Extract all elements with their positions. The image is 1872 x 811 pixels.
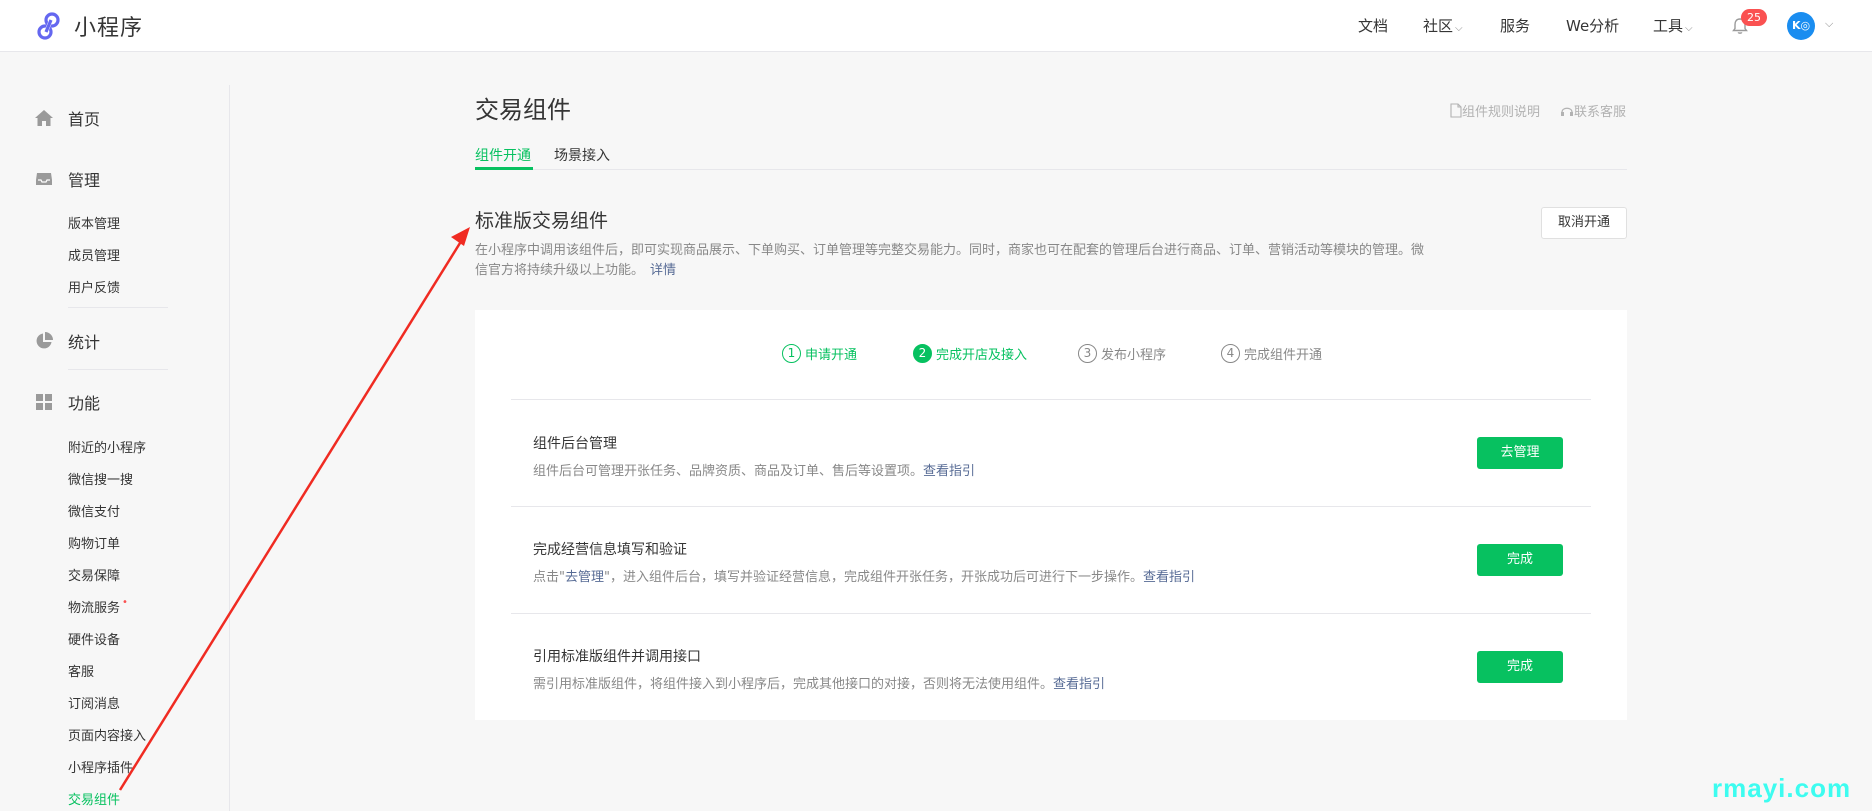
nav-services-label: 服务: [1500, 17, 1531, 35]
go-manage-inline-link[interactable]: 去管理: [565, 570, 604, 585]
sidebar-section-features[interactable]: 功能: [34, 390, 100, 414]
nav-analytics[interactable]: We分析: [1566, 15, 1619, 36]
tabs-divider: [475, 169, 1627, 170]
go-manage-button[interactable]: 去管理: [1477, 437, 1563, 469]
done-button[interactable]: 完成: [1477, 544, 1563, 576]
sidebar-section-label: 功能: [68, 394, 101, 413]
sidebar-item-members[interactable]: 成员管理: [68, 245, 120, 264]
step-number: 1: [782, 344, 801, 363]
sidebar-section-manage[interactable]: 管理: [34, 167, 100, 191]
sidebar-item-hardware[interactable]: 硬件设备: [68, 629, 120, 648]
nav-tools[interactable]: 工具 ⌵: [1653, 15, 1693, 36]
rules-link[interactable]: 组件规则说明: [1450, 101, 1540, 120]
task-title: 完成经营信息填写和验证: [533, 542, 687, 558]
sidebar-item-nearby[interactable]: 附近的小程序: [68, 437, 146, 456]
sidebar-item-version[interactable]: 版本管理: [68, 213, 120, 232]
view-guide-link[interactable]: 查看指引: [1143, 570, 1195, 585]
nav-tools-label: 工具: [1653, 17, 1684, 35]
sidebar-section-stats[interactable]: 统计: [34, 329, 100, 353]
step-label: 完成组件开通: [1244, 348, 1323, 363]
section-description: 在小程序中调用该组件后，即可实现商品展示、下单购买、订单管理等完整交易能力。同时…: [475, 241, 1435, 281]
step-4: 4 完成组件开通: [1221, 344, 1322, 363]
sidebar-item-label: 物流服务: [68, 601, 121, 616]
step-number: 3: [1078, 344, 1097, 363]
step-2: 2 完成开店及接入: [913, 344, 1027, 363]
step-number: 2: [913, 344, 932, 363]
chevron-down-icon: ⌵: [1685, 23, 1693, 34]
step-number: 4: [1221, 344, 1240, 363]
step-3: 3 发布小程序: [1078, 344, 1166, 363]
section-title: 标准版交易组件: [475, 210, 609, 232]
grid-icon: [36, 394, 52, 410]
sidebar-section-home[interactable]: 首页: [34, 106, 100, 130]
sidebar-section-label: 管理: [68, 171, 101, 190]
home-icon: [35, 110, 53, 126]
task-title: 引用标准版组件并调用接口: [533, 649, 701, 665]
task-description-text: 组件后台可管理开张任务、品牌资质、商品及订单、售后等设置项。: [533, 464, 924, 479]
done-button[interactable]: 完成: [1477, 651, 1563, 683]
sidebar-item-search[interactable]: 微信搜一搜: [68, 469, 133, 488]
sidebar-section-label: 统计: [68, 333, 101, 352]
sidebar-item-trade-component[interactable]: 交易组件: [68, 789, 120, 808]
step-label: 申请开通: [805, 348, 858, 363]
sidebar-item-pay[interactable]: 微信支付: [68, 501, 120, 520]
logo-text: 小程序: [74, 16, 144, 41]
step-label: 发布小程序: [1101, 348, 1167, 363]
sidebar-item-content[interactable]: 页面内容接入: [68, 725, 146, 744]
chevron-down-icon: ⌵: [1455, 23, 1463, 34]
nav-services[interactable]: 服务: [1500, 15, 1530, 36]
new-dot-icon: •: [122, 597, 128, 608]
mini-program-logo-icon: [37, 12, 60, 40]
sidebar-item-guarantee[interactable]: 交易保障: [68, 565, 120, 584]
row-divider: [511, 506, 1591, 507]
task-description: 点击"去管理"，进入组件后台，填写并验证经营信息，完成组件开张任务，开张成功后可…: [533, 566, 1195, 585]
pie-chart-icon: [36, 332, 53, 349]
sidebar-item-plugin[interactable]: 小程序插件: [68, 757, 133, 776]
avatar[interactable]: K◎: [1787, 12, 1815, 40]
chevron-down-icon[interactable]: ⌵: [1825, 17, 1833, 31]
support-link[interactable]: 联系客服: [1560, 101, 1626, 120]
nav-analytics-label: We分析: [1566, 17, 1620, 35]
rules-link-label: 组件规则说明: [1462, 105, 1541, 120]
document-icon: [1450, 103, 1462, 118]
nav-docs[interactable]: 文档: [1358, 15, 1388, 36]
tab-activate[interactable]: 组件开通: [475, 145, 531, 165]
step-label: 完成开店及接入: [936, 348, 1028, 363]
sidebar-item-logistics[interactable]: 物流服务 •: [68, 597, 128, 616]
task-description-prefix: 点击": [533, 570, 565, 585]
sidebar-divider: [68, 307, 168, 308]
nav-community-label: 社区: [1423, 17, 1454, 35]
task-description: 组件后台可管理开张任务、品牌资质、商品及订单、售后等设置项。查看指引: [533, 460, 975, 479]
page-title: 交易组件: [475, 96, 571, 124]
task-description-text: 需引用标准版组件，将组件接入到小程序后，完成其他接口的对接，否则将无法使用组件。: [533, 677, 1054, 692]
sidebar-item-support[interactable]: 客服: [68, 661, 94, 680]
active-tab-indicator: [475, 167, 533, 170]
sidebar-divider: [68, 369, 168, 370]
nav-docs-label: 文档: [1358, 17, 1389, 35]
headset-icon: [1561, 107, 1573, 116]
inbox-icon: [36, 173, 52, 185]
sidebar-item-feedback[interactable]: 用户反馈: [68, 277, 120, 296]
sidebar-item-orders[interactable]: 购物订单: [68, 533, 120, 552]
details-link[interactable]: 详情: [650, 263, 676, 278]
task-title: 组件后台管理: [533, 436, 617, 452]
sidebar-section-label: 首页: [68, 110, 101, 129]
notification-badge: 25: [1741, 9, 1767, 26]
nav-community[interactable]: 社区 ⌵: [1423, 15, 1463, 36]
support-link-label: 联系客服: [1574, 105, 1627, 120]
task-description: 需引用标准版组件，将组件接入到小程序后，完成其他接口的对接，否则将无法使用组件。…: [533, 673, 1105, 692]
step-1: 1 申请开通: [782, 344, 857, 363]
task-description-text: "，进入组件后台，填写并验证经营信息，完成组件开张任务，开张成功后可进行下一步操…: [604, 570, 1143, 585]
top-bar: 小程序 文档 社区 ⌵ 服务 We分析 工具 ⌵ 25 K◎ ⌵: [0, 0, 1872, 52]
row-divider: [511, 399, 1591, 400]
logo[interactable]: 小程序: [34, 10, 143, 42]
watermark: rmayi.com: [1712, 773, 1852, 803]
view-guide-link[interactable]: 查看指引: [923, 464, 975, 479]
section-description-text: 在小程序中调用该组件后，即可实现商品展示、下单购买、订单管理等完整交易能力。同时…: [475, 243, 1425, 278]
cancel-activation-button[interactable]: 取消开通: [1541, 207, 1627, 239]
sidebar-item-subscribe[interactable]: 订阅消息: [68, 693, 120, 712]
tab-scenario[interactable]: 场景接入: [554, 145, 610, 165]
row-divider: [511, 613, 1591, 614]
view-guide-link[interactable]: 查看指引: [1053, 677, 1105, 692]
